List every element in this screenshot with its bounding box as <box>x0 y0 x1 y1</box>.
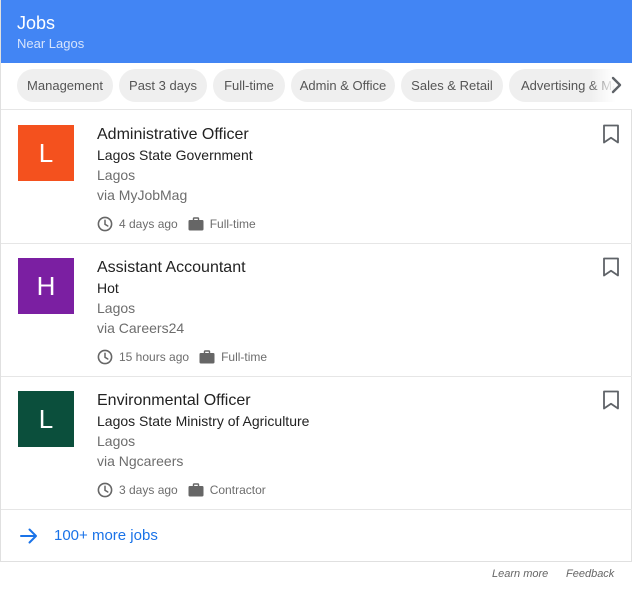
company-avatar: L <box>18 125 74 181</box>
header-subtitle: Near Lagos <box>17 36 85 51</box>
chevron-right-icon[interactable] <box>605 74 627 96</box>
bookmark-icon[interactable] <box>602 390 620 410</box>
job-type: Full-time <box>221 350 268 364</box>
company-avatar: H <box>18 258 74 314</box>
more-jobs-link[interactable]: 100+ more jobs <box>1 510 632 562</box>
clock-icon <box>97 349 113 365</box>
job-source: via Careers24 <box>97 320 185 336</box>
job-location: Lagos <box>97 300 136 316</box>
job-meta: 15 hours ago Full-time <box>97 348 267 366</box>
job-company: Hot <box>97 280 119 296</box>
feedback-link[interactable]: Feedback <box>566 567 614 581</box>
briefcase-icon <box>188 483 204 497</box>
briefcase-icon <box>188 217 204 231</box>
jobs-header[interactable]: Jobs Near Lagos <box>1 0 632 63</box>
filter-chip-sales-retail[interactable]: Sales & Retail <box>401 69 503 102</box>
job-title[interactable]: Administrative Officer <box>97 125 249 145</box>
job-type: Contractor <box>209 483 266 497</box>
job-listing[interactable]: H Assistant Accountant Hot Lagos via Car… <box>1 244 632 377</box>
jobs-card: Jobs Near Lagos Management Past 3 days F… <box>0 0 632 562</box>
more-jobs-label: 100+ more jobs <box>54 527 158 544</box>
briefcase-icon <box>199 350 215 364</box>
job-location: Lagos <box>97 167 136 183</box>
job-company: Lagos State Ministry of Agriculture <box>97 413 310 429</box>
learn-more-link[interactable]: Learn more <box>492 567 548 581</box>
clock-icon <box>97 216 113 232</box>
header-title: Jobs <box>17 13 56 33</box>
filter-chip-past-3-days[interactable]: Past 3 days <box>119 69 207 102</box>
job-listing[interactable]: L Environmental Officer Lagos State Mini… <box>1 377 632 510</box>
job-meta: 4 days ago Full-time <box>97 215 256 233</box>
company-avatar: L <box>18 391 74 447</box>
filter-chip-full-time[interactable]: Full-time <box>213 69 285 102</box>
filter-chips-bar: Management Past 3 days Full-time Admin &… <box>1 63 632 110</box>
job-source: via Ngcareers <box>97 453 184 469</box>
job-type: Full-time <box>209 217 256 231</box>
job-posted: 15 hours ago <box>119 350 190 364</box>
job-meta: 3 days ago Contractor <box>97 481 266 499</box>
job-posted: 3 days ago <box>119 483 178 497</box>
filter-chip-management[interactable]: Management <box>17 69 113 102</box>
job-location: Lagos <box>97 433 136 449</box>
job-company: Lagos State Government <box>97 147 253 163</box>
job-posted: 4 days ago <box>119 217 178 231</box>
job-title[interactable]: Environmental Officer <box>97 391 251 411</box>
bookmark-icon[interactable] <box>602 124 620 144</box>
filter-chip-admin-office[interactable]: Admin & Office <box>291 69 395 102</box>
bookmark-icon[interactable] <box>602 257 620 277</box>
arrow-right-icon <box>20 528 37 544</box>
job-title[interactable]: Assistant Accountant <box>97 258 246 278</box>
job-source: via MyJobMag <box>97 187 188 203</box>
job-listing[interactable]: L Administrative Officer Lagos State Gov… <box>1 111 632 244</box>
clock-icon <box>97 482 113 498</box>
